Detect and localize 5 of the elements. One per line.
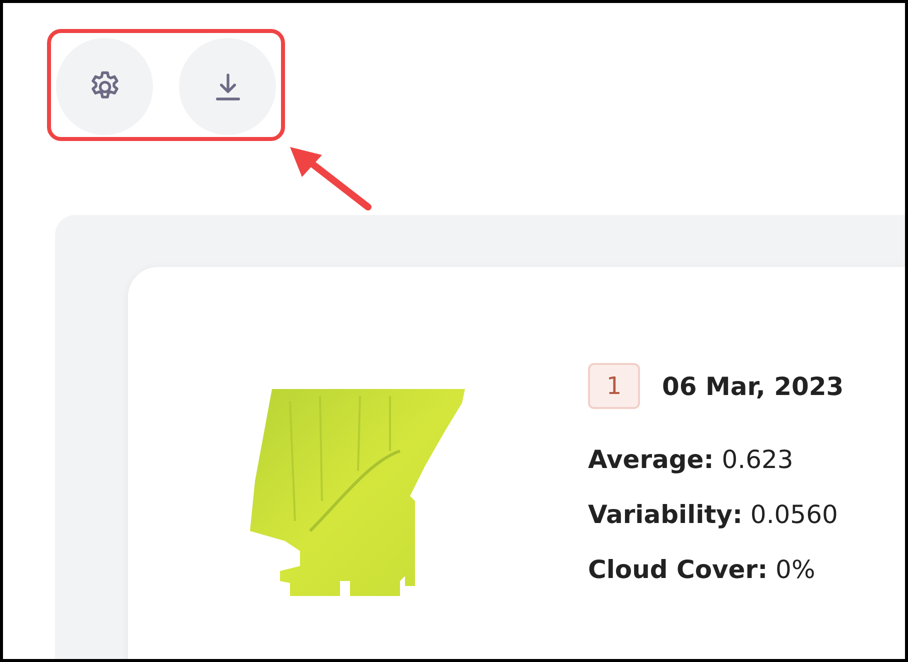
date-label: 06 Mar, 2023: [662, 372, 844, 400]
stat-text: Average: 0.623: [588, 445, 794, 474]
stat-text: Variability: 0.0560: [588, 500, 838, 529]
stat-text: Cloud Cover: 0%: [588, 555, 816, 584]
index-badge: 1: [588, 363, 640, 409]
